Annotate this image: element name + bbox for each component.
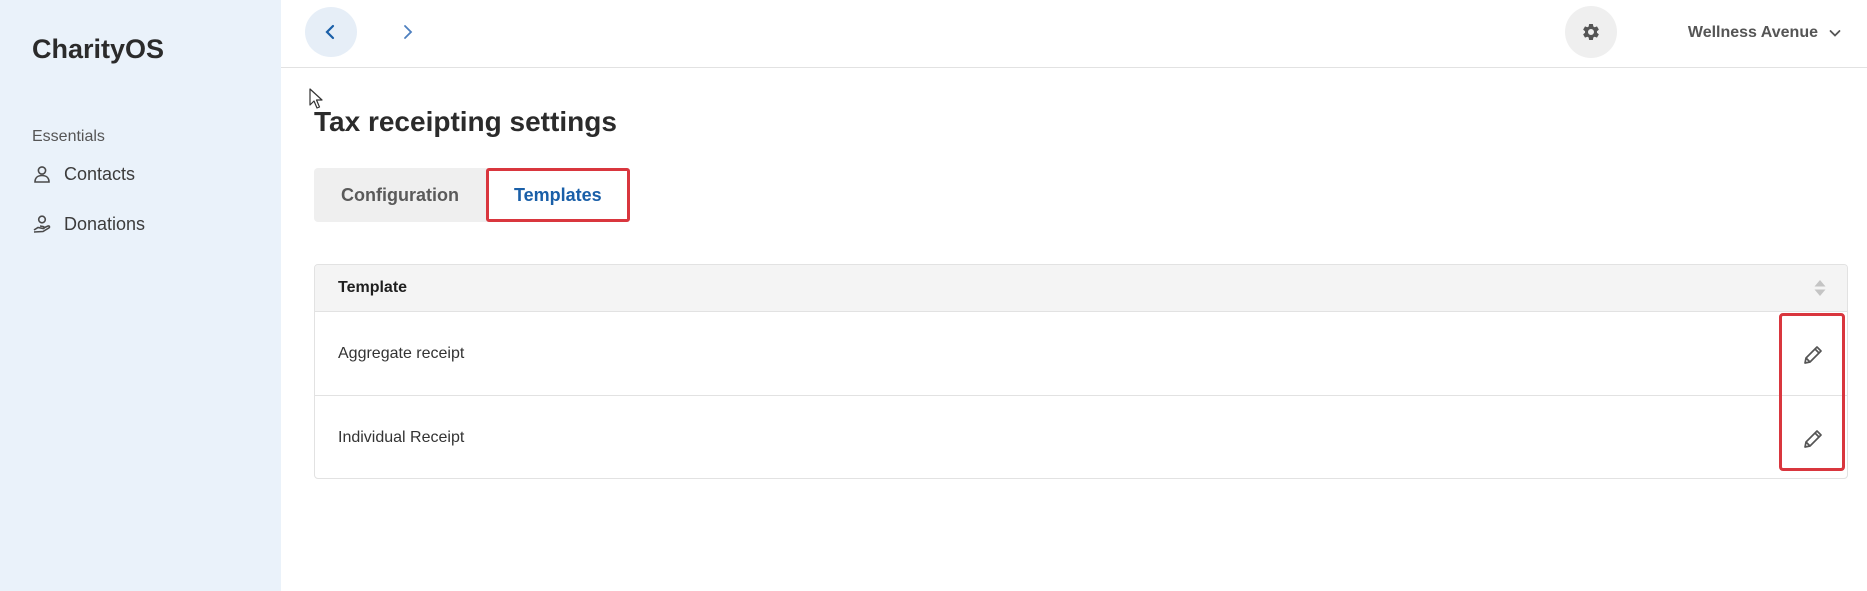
- table-row: Individual Receipt: [315, 396, 1847, 478]
- table-row: Aggregate receipt: [315, 312, 1847, 396]
- template-name: Individual Receipt: [338, 429, 465, 446]
- tab-configuration[interactable]: Configuration: [314, 168, 486, 222]
- chevron-down-icon: [1829, 30, 1841, 37]
- chevron-left-icon: [325, 24, 335, 40]
- table-header: Template: [315, 265, 1847, 312]
- column-header-template[interactable]: Template: [338, 279, 407, 297]
- sort-icon[interactable]: [1813, 278, 1827, 298]
- back-button[interactable]: [305, 7, 357, 57]
- person-icon: [34, 166, 50, 183]
- forward-button[interactable]: [381, 7, 433, 57]
- hand-coin-icon: [33, 215, 51, 233]
- template-name: Aggregate receipt: [338, 344, 465, 362]
- top-bar: Wellness Avenue: [281, 0, 1867, 68]
- sidebar-item-donations[interactable]: Donations: [32, 209, 145, 239]
- pencil-icon[interactable]: [1801, 343, 1825, 367]
- tab-bar: Configuration Templates: [314, 168, 630, 222]
- templates-table: Template Aggregate receipt Individual Re…: [314, 264, 1848, 479]
- mouse-cursor-icon: [309, 88, 323, 109]
- sidebar-item-contacts[interactable]: Contacts: [32, 159, 135, 189]
- pencil-icon[interactable]: [1801, 427, 1825, 451]
- brand-logo[interactable]: CharityOS: [32, 34, 164, 65]
- sidebar-item-label: Donations: [64, 213, 146, 234]
- tab-templates[interactable]: Templates: [485, 168, 630, 222]
- organization-name: Wellness Avenue: [1687, 24, 1818, 41]
- sidebar: CharityOS Essentials Contacts Donations: [0, 0, 281, 591]
- page-title: Tax receipting settings: [314, 106, 617, 137]
- settings-button[interactable]: [1565, 6, 1617, 58]
- sidebar-item-label: Contacts: [64, 163, 136, 184]
- sidebar-section-label: Essentials: [32, 128, 105, 145]
- gear-icon: [1583, 23, 1599, 40]
- organization-menu[interactable]: Wellness Avenue: [1688, 20, 1842, 46]
- chevron-right-icon: [404, 25, 413, 39]
